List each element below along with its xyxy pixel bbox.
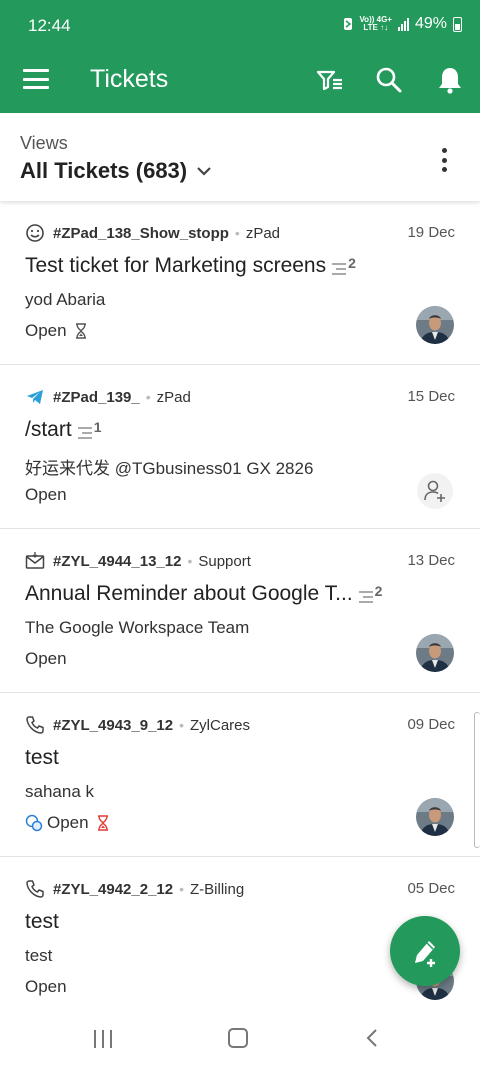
assign-agent-icon[interactable] bbox=[417, 473, 453, 509]
battery-percent: 49% bbox=[414, 15, 447, 32]
chevron-down-icon[interactable] bbox=[196, 165, 212, 177]
network-label: Vo)) 4G+ LTE ↑↓ bbox=[359, 15, 392, 32]
ticket-subject: Annual Reminder about Google T... 2 bbox=[25, 582, 383, 605]
app-bar: Tickets bbox=[0, 50, 480, 113]
ticket-date: 09 Dec bbox=[407, 716, 455, 733]
thread-icon bbox=[77, 427, 92, 439]
ticket-contact: The Google Workspace Team bbox=[25, 618, 250, 637]
ticket-date: 05 Dec bbox=[407, 880, 455, 897]
ticket-id: #ZYL_4944_13_12 bbox=[53, 552, 182, 570]
customer-reply-icon bbox=[25, 814, 43, 832]
ticket-department: Z-Billing bbox=[190, 880, 245, 898]
ticket-contact: sahana k bbox=[25, 782, 94, 801]
ticket-contact: 好运来代发 @TGbusiness01 GX 2826 bbox=[25, 459, 314, 478]
thread-count: 2 bbox=[358, 583, 382, 603]
ticket-date: 19 Dec bbox=[407, 224, 455, 241]
ticket-department: zPad bbox=[156, 388, 191, 406]
ticket-header: #ZYL_4942_2_12 • Z-Billing 05 Dec bbox=[25, 879, 455, 899]
assignee-avatar[interactable] bbox=[416, 306, 454, 344]
chat-smiley-icon bbox=[26, 224, 44, 242]
back-button[interactable] bbox=[364, 1028, 380, 1048]
compose-ticket-button[interactable] bbox=[390, 916, 460, 986]
thread-count: 2 bbox=[332, 255, 356, 275]
battery-icon bbox=[453, 16, 462, 32]
ticket-subject: Test ticket for Marketing screens 2 bbox=[25, 254, 356, 277]
ticket-row[interactable]: #ZYL_4944_13_12 • Support 13 Dec Annual … bbox=[0, 529, 480, 693]
ticket-department: ZylCares bbox=[190, 716, 251, 734]
ticket-header: #ZYL_4944_13_12 • Support 13 Dec bbox=[25, 551, 455, 571]
status-time: 12:44 bbox=[28, 16, 71, 35]
system-nav-bar bbox=[0, 1010, 480, 1066]
ticket-department: zPad bbox=[245, 224, 281, 242]
ticket-status: Open bbox=[25, 485, 67, 504]
recents-button[interactable] bbox=[94, 1030, 112, 1048]
ticket-row[interactable]: #ZYL_4943_9_12 • ZylCares 09 Dec test sa… bbox=[0, 693, 480, 857]
view-selector[interactable]: All Tickets (683) bbox=[20, 158, 187, 184]
ticket-status: Open bbox=[25, 321, 87, 341]
thread-icon bbox=[358, 591, 373, 603]
thread-count: 1 bbox=[77, 419, 101, 439]
signal-icon bbox=[397, 17, 409, 31]
ticket-header: #ZYL_4943_9_12 • ZylCares 09 Dec bbox=[25, 715, 455, 735]
ticket-id: #ZPad_138_Show_stopp bbox=[53, 224, 229, 242]
ticket-row[interactable]: #ZPad_138_Show_stopp • zPad 19 Dec Test … bbox=[0, 201, 480, 365]
menu-icon[interactable] bbox=[23, 69, 49, 89]
scrollbar[interactable] bbox=[474, 712, 480, 848]
page-title: Tickets bbox=[90, 65, 169, 93]
search-icon[interactable] bbox=[374, 65, 404, 95]
ticket-subject: /start 1 bbox=[25, 418, 102, 441]
ticket-list: #ZPad_138_Show_stopp • zPad 19 Dec Test … bbox=[0, 201, 480, 1017]
hourglass-icon bbox=[75, 323, 86, 339]
thread-icon bbox=[332, 263, 347, 275]
status-indicators: Vo)) 4G+ LTE ↑↓ 49% bbox=[343, 15, 462, 33]
ticket-status: Open bbox=[25, 813, 109, 833]
ticket-subject: test bbox=[25, 910, 59, 933]
ticket-header: #ZPad_138_Show_stopp • zPad 19 Dec bbox=[25, 223, 455, 243]
more-options-icon[interactable] bbox=[440, 148, 448, 172]
assignee-avatar[interactable] bbox=[416, 634, 454, 672]
assignee-avatar[interactable] bbox=[416, 798, 454, 836]
ticket-id: #ZPad_139_ bbox=[53, 388, 140, 406]
ticket-contact: yod Abaria bbox=[25, 290, 106, 309]
phone-icon bbox=[26, 716, 44, 734]
ticket-contact: test bbox=[25, 946, 53, 965]
email-icon bbox=[25, 552, 45, 569]
ticket-date: 15 Dec bbox=[407, 388, 455, 405]
ticket-status: Open bbox=[25, 977, 67, 996]
compose-ticket-icon bbox=[415, 941, 435, 967]
ticket-status: Open bbox=[25, 649, 67, 668]
bell-icon[interactable] bbox=[435, 65, 465, 95]
hourglass-icon bbox=[97, 815, 108, 831]
status-bar: 12:44 Vo)) 4G+ LTE ↑↓ 49% bbox=[0, 0, 480, 50]
views-label: Views bbox=[20, 133, 68, 153]
ticket-subject: test bbox=[25, 746, 59, 769]
views-header: Views All Tickets (683) bbox=[0, 113, 480, 201]
filter-icon[interactable] bbox=[315, 65, 345, 95]
nfc-icon bbox=[344, 18, 353, 30]
home-button[interactable] bbox=[228, 1028, 248, 1048]
ticket-department: Support bbox=[198, 552, 251, 570]
ticket-row[interactable]: #ZPad_139_ • zPad 15 Dec /start 1 好运来代发 … bbox=[0, 365, 480, 529]
phone-icon bbox=[26, 880, 44, 898]
ticket-date: 13 Dec bbox=[407, 552, 455, 569]
ticket-header: #ZPad_139_ • zPad 15 Dec bbox=[25, 387, 455, 407]
telegram-icon bbox=[27, 390, 43, 404]
ticket-id: #ZYL_4942_2_12 bbox=[53, 880, 174, 898]
ticket-id: #ZYL_4943_9_12 bbox=[53, 716, 174, 734]
